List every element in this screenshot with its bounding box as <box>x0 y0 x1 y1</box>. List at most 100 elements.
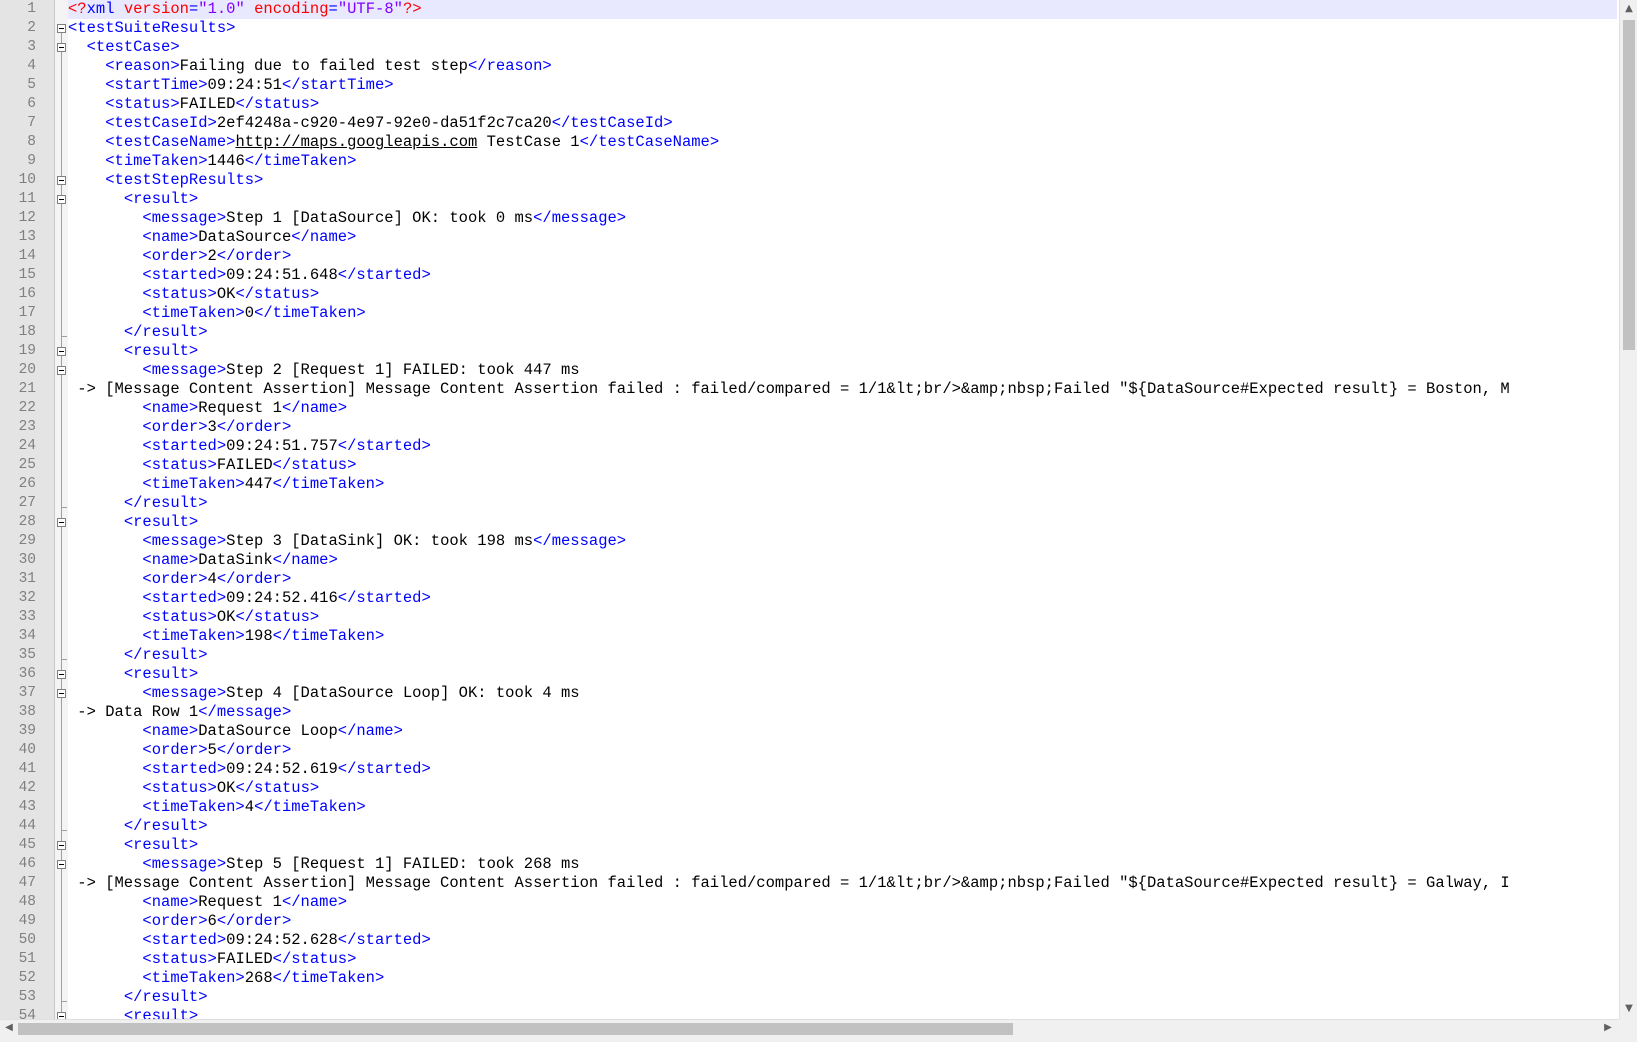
fold-minus-icon[interactable] <box>57 176 66 185</box>
horizontal-scroll-thumb[interactable] <box>18 1023 1013 1035</box>
code-area[interactable]: <?xml version="1.0" encoding="UTF-8"?><t… <box>68 0 1617 1019</box>
code-line[interactable]: <message>Step 2 [Request 1] FAILED: took… <box>68 361 1617 380</box>
code-line[interactable]: <timeTaken>0</timeTaken> <box>68 304 1617 323</box>
line-number: 17 <box>0 304 36 323</box>
line-number: 24 <box>0 437 36 456</box>
fold-minus-icon[interactable] <box>57 670 66 679</box>
code-line[interactable]: <name>DataSource</name> <box>68 228 1617 247</box>
fold-minus-icon[interactable] <box>57 24 66 33</box>
fold-minus-icon[interactable] <box>57 366 66 375</box>
line-number-gutter: 1234567891011121314151617181920212223242… <box>0 0 55 1019</box>
code-line[interactable]: <testStepResults> <box>68 171 1617 190</box>
line-number: 5 <box>0 76 36 95</box>
code-line[interactable]: <started>09:24:52.416</started> <box>68 589 1617 608</box>
line-number: 25 <box>0 456 36 475</box>
line-number: 35 <box>0 646 36 665</box>
code-line[interactable]: <started>09:24:51.648</started> <box>68 266 1617 285</box>
code-line[interactable]: <result> <box>68 836 1617 855</box>
line-number: 34 <box>0 627 36 646</box>
fold-margin[interactable] <box>55 0 68 1019</box>
code-line[interactable]: <?xml version="1.0" encoding="UTF-8"?> <box>68 0 1617 19</box>
line-number: 15 <box>0 266 36 285</box>
fold-end-marker <box>61 336 67 337</box>
fold-minus-icon[interactable] <box>57 841 66 850</box>
fold-minus-icon[interactable] <box>57 860 66 869</box>
vertical-scrollbar[interactable]: ▲ ▼ <box>1619 0 1637 1019</box>
code-line[interactable]: <name>Request 1</name> <box>68 399 1617 418</box>
line-number: 21 <box>0 380 36 399</box>
line-number: 50 <box>0 931 36 950</box>
code-line[interactable]: <started>09:24:52.628</started> <box>68 931 1617 950</box>
code-line[interactable]: <order>2</order> <box>68 247 1617 266</box>
code-line[interactable]: <result> <box>68 513 1617 532</box>
fold-minus-icon[interactable] <box>57 195 66 204</box>
code-line[interactable]: <testCase> <box>68 38 1617 57</box>
code-line[interactable]: <name>DataSink</name> <box>68 551 1617 570</box>
code-line[interactable]: <started>09:24:52.619</started> <box>68 760 1617 779</box>
arrow-right-icon[interactable]: ▶ <box>1599 1022 1617 1033</box>
code-line[interactable]: <status>OK</status> <box>68 285 1617 304</box>
code-line[interactable]: -> Data Row 1</message> <box>68 703 1617 722</box>
fold-minus-icon[interactable] <box>57 1012 66 1019</box>
fold-minus-icon[interactable] <box>57 518 66 527</box>
code-line[interactable]: <timeTaken>447</timeTaken> <box>68 475 1617 494</box>
code-line[interactable]: <timeTaken>268</timeTaken> <box>68 969 1617 988</box>
arrow-up-icon[interactable]: ▲ <box>1620 3 1637 14</box>
fold-minus-icon[interactable] <box>57 43 66 52</box>
code-line[interactable]: <timeTaken>198</timeTaken> <box>68 627 1617 646</box>
code-line[interactable]: <message>Step 1 [DataSource] OK: took 0 … <box>68 209 1617 228</box>
code-line[interactable]: <status>FAILED</status> <box>68 950 1617 969</box>
code-line[interactable]: <message>Step 3 [DataSink] OK: took 198 … <box>68 532 1617 551</box>
code-line[interactable]: <order>5</order> <box>68 741 1617 760</box>
line-number: 48 <box>0 893 36 912</box>
arrow-left-icon[interactable]: ◀ <box>0 1022 18 1033</box>
code-line[interactable]: <timeTaken>1446</timeTaken> <box>68 152 1617 171</box>
code-line[interactable]: <name>DataSource Loop</name> <box>68 722 1617 741</box>
code-line[interactable]: <status>FAILED</status> <box>68 456 1617 475</box>
line-number: 41 <box>0 760 36 779</box>
fold-minus-icon[interactable] <box>57 689 66 698</box>
code-line[interactable]: <order>4</order> <box>68 570 1617 589</box>
code-line[interactable]: <order>6</order> <box>68 912 1617 931</box>
fold-minus-icon[interactable] <box>57 347 66 356</box>
code-line[interactable]: <started>09:24:51.757</started> <box>68 437 1617 456</box>
code-line[interactable]: <result> <box>68 1007 1617 1019</box>
code-line[interactable]: <result> <box>68 342 1617 361</box>
scrollbar-corner <box>1619 1019 1637 1037</box>
code-line[interactable]: <reason>Failing due to failed test step<… <box>68 57 1617 76</box>
code-line[interactable]: <status>OK</status> <box>68 608 1617 627</box>
code-line[interactable]: <status>OK</status> <box>68 779 1617 798</box>
line-number: 9 <box>0 152 36 171</box>
line-number: 49 <box>0 912 36 931</box>
arrow-down-icon[interactable]: ▼ <box>1620 1003 1637 1014</box>
code-line[interactable]: <result> <box>68 190 1617 209</box>
code-line[interactable]: </result> <box>68 494 1617 513</box>
line-number: 43 <box>0 798 36 817</box>
code-line[interactable]: <timeTaken>4</timeTaken> <box>68 798 1617 817</box>
xml-editor[interactable]: 1234567891011121314151617181920212223242… <box>0 0 1637 1042</box>
code-line[interactable]: -> [Message Content Assertion] Message C… <box>68 874 1617 893</box>
code-line[interactable]: <result> <box>68 665 1617 684</box>
code-line[interactable]: <status>FAILED</status> <box>68 95 1617 114</box>
line-number: 26 <box>0 475 36 494</box>
line-number: 33 <box>0 608 36 627</box>
line-number: 40 <box>0 741 36 760</box>
horizontal-scrollbar[interactable]: ◀ ▶ <box>0 1019 1619 1037</box>
code-line[interactable]: </result> <box>68 817 1617 836</box>
code-line[interactable]: -> [Message Content Assertion] Message C… <box>68 380 1617 399</box>
vertical-scroll-thumb[interactable] <box>1623 20 1635 350</box>
line-number: 1 <box>0 0 36 19</box>
code-line[interactable]: </result> <box>68 646 1617 665</box>
line-number: 42 <box>0 779 36 798</box>
code-line[interactable]: <order>3</order> <box>68 418 1617 437</box>
code-line[interactable]: </result> <box>68 323 1617 342</box>
code-line[interactable]: <testCaseId>2ef4248a-c920-4e97-92e0-da51… <box>68 114 1617 133</box>
code-line[interactable]: <testSuiteResults> <box>68 19 1617 38</box>
line-number: 38 <box>0 703 36 722</box>
code-line[interactable]: <startTime>09:24:51</startTime> <box>68 76 1617 95</box>
code-line[interactable]: <testCaseName>http://maps.googleapis.com… <box>68 133 1617 152</box>
code-line[interactable]: </result> <box>68 988 1617 1007</box>
code-line[interactable]: <message>Step 4 [DataSource Loop] OK: to… <box>68 684 1617 703</box>
code-line[interactable]: <message>Step 5 [Request 1] FAILED: took… <box>68 855 1617 874</box>
code-line[interactable]: <name>Request 1</name> <box>68 893 1617 912</box>
